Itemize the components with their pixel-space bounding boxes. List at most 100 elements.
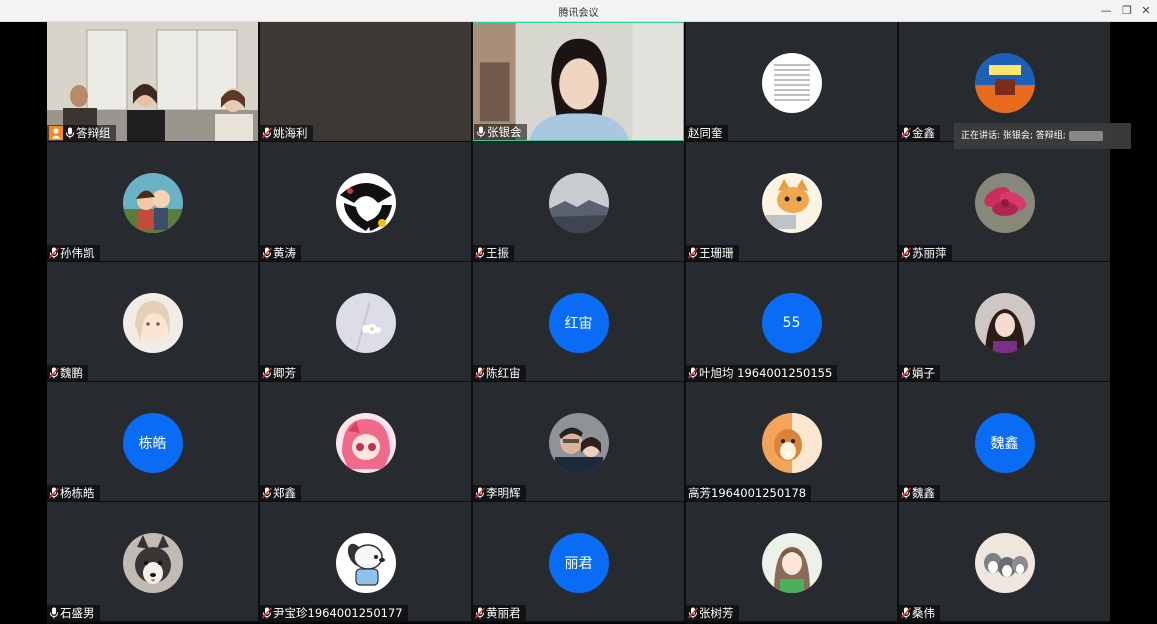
participant-name-label: 魏鑫	[899, 485, 940, 501]
participant-name-label: 黄丽君	[473, 605, 526, 621]
participant-name-label: 叶旭均 1964001250155	[686, 365, 838, 381]
mic-muted-icon[interactable]	[688, 247, 698, 259]
participant-name: 尹宝珍1964001250177	[273, 606, 403, 620]
participant-name: 魏鑫	[912, 486, 935, 500]
participant-name: 石盛男	[60, 606, 95, 620]
participant-tile[interactable]: 高芳1964001250178	[686, 382, 897, 501]
girl-portrait-avatar	[761, 532, 822, 593]
participant-name-label: 孙伟凯	[47, 245, 100, 261]
participant-tile[interactable]: 张银会	[473, 22, 684, 141]
participant-name-label: 杨栋皓	[47, 485, 100, 501]
participant-name: 姚海利	[273, 126, 308, 140]
participant-tile[interactable]: 丽君 黄丽君	[473, 502, 684, 621]
minimize-icon[interactable]: —	[1097, 2, 1115, 20]
participant-name-label: 答辩组	[47, 125, 116, 141]
flower-avatar	[974, 172, 1035, 233]
participant-video	[474, 23, 683, 140]
participant-tile[interactable]: 魏鹏	[47, 262, 258, 381]
avatar-initials: 红宙	[548, 292, 609, 353]
participant-tile[interactable]: 孙伟凯	[47, 142, 258, 261]
participant-name: 卿芳	[273, 366, 296, 380]
participant-name-label: 姚海利	[260, 125, 313, 141]
participant-tile[interactable]: 55 叶旭均 1964001250155	[686, 262, 897, 381]
participant-tile[interactable]: 答辩组	[47, 22, 258, 141]
participant-tile[interactable]: 黄涛	[260, 142, 471, 261]
woman-photo-avatar	[974, 292, 1035, 353]
participant-tile[interactable]: 王振	[473, 142, 684, 261]
cat-avatar	[761, 172, 822, 233]
mic-on-icon[interactable]	[65, 127, 75, 139]
restore-icon[interactable]: ❐	[1118, 2, 1136, 20]
participant-tile[interactable]: 栋皓 杨栋皓	[47, 382, 258, 501]
participant-tile[interactable]: 赵同奎	[686, 22, 897, 141]
close-icon[interactable]: ✕	[1137, 2, 1155, 20]
participant-name-label: 郑鑫	[260, 485, 301, 501]
participant-name-label: 王珊珊	[686, 245, 739, 261]
mic-muted-icon[interactable]	[475, 367, 485, 379]
mic-muted-icon[interactable]	[475, 487, 485, 499]
mic-muted-icon[interactable]	[475, 607, 485, 619]
mic-muted-icon[interactable]	[262, 127, 272, 139]
window-titlebar: 腾讯会议 — ❐ ✕	[0, 0, 1157, 22]
participant-name: 李明辉	[486, 486, 521, 500]
mic-muted-icon[interactable]	[262, 247, 272, 259]
mic-muted-icon[interactable]	[688, 607, 698, 619]
participant-tile[interactable]: 石盛男	[47, 502, 258, 621]
participant-name: 魏鹏	[60, 366, 83, 380]
participant-tile[interactable]: 魏鑫 魏鑫	[899, 382, 1110, 501]
participant-name: 赵同奎	[688, 126, 723, 140]
squirrel-avatar	[761, 412, 822, 473]
participant-name: 张银会	[487, 125, 522, 139]
participant-tile[interactable]: 卿芳	[260, 262, 471, 381]
participant-tile[interactable]: 李明辉	[473, 382, 684, 501]
participant-tile[interactable]: 郑鑫	[260, 382, 471, 501]
host-icon	[49, 126, 63, 140]
participant-tile[interactable]: 张树芳	[686, 502, 897, 621]
mic-on-icon[interactable]	[476, 126, 486, 138]
avatar-initials: 魏鑫	[974, 412, 1035, 473]
mic-muted-icon[interactable]	[475, 247, 485, 259]
participant-tile[interactable]: 娟子	[899, 262, 1110, 381]
participant-name-label: 魏鹏	[47, 365, 88, 381]
mic-muted-icon[interactable]	[901, 367, 911, 379]
participant-name: 张树芳	[699, 606, 734, 620]
document-avatar	[761, 52, 822, 113]
mic-muted-icon[interactable]	[901, 247, 911, 259]
participant-name: 孙伟凯	[60, 246, 95, 260]
participant-name-label: 石盛男	[47, 605, 100, 621]
participant-name-label: 尹宝珍1964001250177	[260, 605, 408, 621]
mic-muted-icon[interactable]	[901, 487, 911, 499]
window-title: 腾讯会议	[558, 8, 599, 19]
husky-puppies-avatar	[974, 532, 1035, 593]
participant-name: 桑伟	[912, 606, 935, 620]
participant-name-label: 王振	[473, 245, 514, 261]
cartoon-couple-avatar	[122, 172, 183, 233]
participant-name-label: 张银会	[474, 124, 527, 140]
mic-muted-icon[interactable]	[901, 607, 911, 619]
participant-name: 陈红宙	[486, 366, 521, 380]
mic-muted-icon[interactable]	[901, 127, 911, 139]
participant-name: 黄涛	[273, 246, 296, 260]
mic-muted-icon[interactable]	[49, 367, 59, 379]
mic-on-icon[interactable]	[49, 607, 59, 619]
participant-tile[interactable]: 红宙陈红宙	[473, 262, 684, 381]
mic-muted-icon[interactable]	[688, 367, 698, 379]
participant-tile[interactable]: 姚海利	[260, 22, 471, 141]
participant-name-label: 金鑫	[899, 125, 940, 141]
mic-muted-icon[interactable]	[262, 367, 272, 379]
participant-name: 王珊珊	[699, 246, 734, 260]
mic-muted-icon[interactable]	[49, 487, 59, 499]
participant-tile[interactable]: 苏丽萍	[899, 142, 1110, 261]
participant-tile[interactable]: 尹宝珍1964001250177	[260, 502, 471, 621]
participant-name-label: 娟子	[899, 365, 940, 381]
mic-muted-icon[interactable]	[49, 247, 59, 259]
participant-tile[interactable]: 桑伟	[899, 502, 1110, 621]
white-flower-avatar	[335, 292, 396, 353]
participant-name: 王振	[486, 246, 509, 260]
participant-tile[interactable]: 王珊珊	[686, 142, 897, 261]
mic-muted-icon[interactable]	[262, 487, 272, 499]
husky-dog-avatar	[122, 532, 183, 593]
participant-name: 苏丽萍	[912, 246, 947, 260]
mic-muted-icon[interactable]	[262, 607, 272, 619]
participant-name-label: 苏丽萍	[899, 245, 952, 261]
